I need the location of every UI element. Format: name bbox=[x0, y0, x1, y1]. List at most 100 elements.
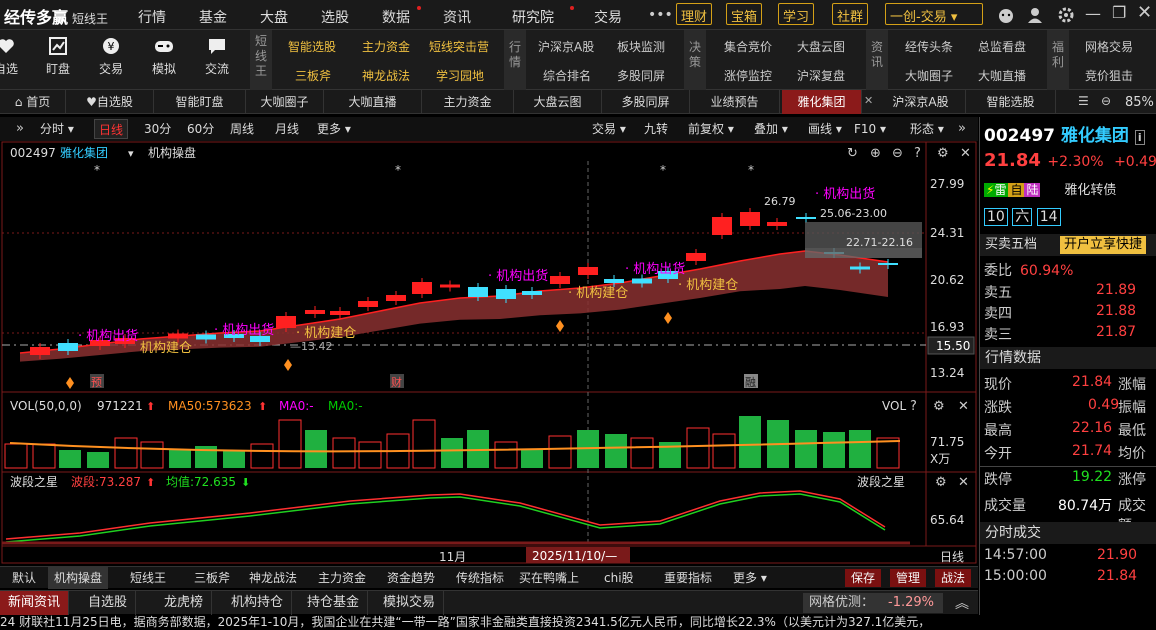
tool-headlines[interactable]: 经传头条 bbox=[905, 38, 953, 55]
maximize-icon[interactable]: ❐ bbox=[1112, 3, 1126, 22]
ind-tab-short-king[interactable]: 短线王 bbox=[124, 567, 172, 589]
period-more[interactable]: 更多 ▾ bbox=[313, 119, 355, 139]
zoom-minus-icon[interactable]: ⊖ bbox=[1101, 94, 1111, 108]
draw-line-button[interactable]: 画线 ▾ bbox=[804, 119, 846, 139]
settings-icon[interactable]: ⚙ bbox=[937, 146, 949, 161]
tool-multi-screen[interactable]: 多股同屏 bbox=[617, 67, 665, 84]
tool-short-camp[interactable]: 短线突击营 bbox=[429, 38, 489, 55]
licai-button[interactable]: 理财 bbox=[676, 3, 713, 25]
tab-market-cloud[interactable]: 大盘云图 bbox=[514, 90, 602, 114]
menu-research[interactable]: 研究院 bbox=[512, 7, 554, 27]
info-tab-watchlist[interactable]: 自选股 bbox=[80, 591, 137, 615]
period-daily[interactable]: 日线 bbox=[94, 119, 129, 139]
tool-kol-live[interactable]: 大咖直播 bbox=[978, 67, 1026, 84]
ask-row[interactable]: 卖四 21.88 bbox=[984, 303, 1156, 323]
close-icon[interactable]: ✕ bbox=[958, 399, 969, 414]
ind-tab-traditional[interactable]: 传统指标 bbox=[450, 567, 510, 589]
margin-marker-icon[interactable]: 融 bbox=[745, 376, 756, 389]
zoom-out-icon[interactable]: ⊖ bbox=[892, 146, 903, 161]
minimize-icon[interactable]: — bbox=[1085, 4, 1101, 23]
tool-monitor[interactable]: 盯盘 bbox=[38, 36, 78, 77]
tab-kol-live[interactable]: 大咖直播 bbox=[324, 90, 422, 114]
info-tab-news[interactable]: 新闻资讯 bbox=[0, 591, 70, 615]
info-tab-sim-trade[interactable]: 模拟交易 bbox=[375, 591, 445, 615]
ind-tab-institution[interactable]: 机构操盘 bbox=[48, 567, 109, 589]
treasure-button[interactable]: 宝箱 bbox=[726, 3, 763, 25]
tool-auction-snipe[interactable]: 竞价狙击 bbox=[1085, 67, 1133, 84]
kline-chart-area[interactable]: 002497 雅化集团 ▾ 机构操盘 ↻ ⊕ ⊖ ? ⚙ ✕ * * * * 2… bbox=[0, 141, 978, 566]
manage-button[interactable]: 管理 bbox=[890, 569, 927, 587]
tool-learning-garden[interactable]: 学习园地 bbox=[436, 67, 484, 84]
close-icon[interactable]: ✕ bbox=[1137, 2, 1152, 23]
nine-turn-button[interactable]: 九转 bbox=[640, 119, 672, 139]
box-six[interactable]: 六 bbox=[1012, 208, 1033, 226]
menu-stock-pick[interactable]: 选股 bbox=[321, 7, 349, 27]
menu-data[interactable]: 数据 bbox=[382, 7, 410, 27]
adjust-button[interactable]: 前复权 ▾ bbox=[684, 119, 738, 139]
close-icon[interactable]: ✕ bbox=[958, 475, 969, 490]
ind-tab-dragon[interactable]: 神龙战法 bbox=[243, 567, 303, 589]
tool-dragon-tactic[interactable]: 神龙战法 bbox=[362, 67, 410, 84]
community-button[interactable]: 社群 bbox=[832, 3, 869, 25]
tool-three-axes[interactable]: 三板斧 bbox=[295, 67, 331, 84]
ind-tab-duck-beak[interactable]: 买在鸭嘴上 bbox=[513, 567, 585, 589]
settings-icon[interactable] bbox=[1058, 7, 1074, 23]
user-icon[interactable] bbox=[1027, 7, 1043, 23]
tab-multi-screen[interactable]: 多股同屏 bbox=[602, 90, 690, 114]
kline-chart-svg[interactable]: 002497 雅化集团 ▾ 机构操盘 ↻ ⊕ ⊖ ? ⚙ ✕ * * * * 2… bbox=[0, 141, 978, 566]
tab-earnings-preview[interactable]: 业绩预告 bbox=[690, 90, 780, 114]
tactic-button[interactable]: 战法 bbox=[935, 569, 972, 587]
info-tab-dragon-tiger[interactable]: 龙虎榜 bbox=[156, 591, 213, 615]
tab-kol-circle[interactable]: 大咖圈子 bbox=[246, 90, 324, 114]
mascot-icon[interactable] bbox=[997, 6, 1015, 24]
menu-hangqing[interactable]: 行情 bbox=[138, 7, 166, 27]
ask-row[interactable]: 卖三 21.87 bbox=[984, 324, 1156, 344]
menu-fund[interactable]: 基金 bbox=[199, 7, 227, 27]
tool-market-cloud[interactable]: 大盘云图 bbox=[797, 38, 845, 55]
help-icon[interactable]: ? bbox=[910, 399, 917, 414]
tab-smart-pick[interactable]: 智能选股 bbox=[966, 90, 1056, 114]
more-menu-icon[interactable]: ••• bbox=[648, 7, 673, 23]
ind-tab-important[interactable]: 重要指标 bbox=[658, 567, 718, 589]
tool-smart-pick[interactable]: 智能选股 bbox=[288, 38, 336, 55]
tab-watchlist[interactable]: ♥自选股 bbox=[66, 90, 154, 114]
tool-a-shares[interactable]: 沪深京A股 bbox=[538, 38, 594, 55]
tool-watchlist[interactable]: 自选 bbox=[0, 36, 26, 77]
tab-main-funds[interactable]: 主力资金 bbox=[422, 90, 514, 114]
event-star-icon[interactable]: * bbox=[395, 163, 401, 177]
tab-home[interactable]: ⌂ 首页 bbox=[0, 90, 66, 114]
tool-chat[interactable]: 交流 bbox=[197, 36, 237, 77]
tab-list-icon[interactable]: ☰ bbox=[1078, 94, 1089, 108]
learn-button[interactable]: 学习 bbox=[778, 3, 815, 25]
indicator-dropdown-icon[interactable]: ▾ bbox=[128, 147, 134, 160]
ind-tab-default[interactable]: 默认 bbox=[6, 567, 42, 589]
event-star-icon[interactable]: * bbox=[94, 163, 100, 177]
chart-trade-button[interactable]: 交易 ▾ bbox=[588, 119, 630, 139]
indicator-name[interactable]: 机构操盘 bbox=[148, 145, 196, 160]
ind-tab-chi[interactable]: chi股 bbox=[598, 567, 640, 589]
period-weekly[interactable]: 周线 bbox=[226, 119, 258, 139]
period-30min[interactable]: 30分 bbox=[140, 119, 175, 139]
badge-thunder[interactable]: ⚡雷 bbox=[984, 183, 1009, 197]
tab-close-icon[interactable]: ✕ bbox=[864, 94, 873, 107]
menu-market[interactable]: 大盘 bbox=[260, 7, 288, 27]
refresh-icon[interactable]: ↻ bbox=[847, 146, 858, 161]
period-60min[interactable]: 60分 bbox=[183, 119, 218, 139]
tab-yahua-group[interactable]: 雅化集团 bbox=[782, 90, 862, 114]
info-tab-fund-holding[interactable]: 持仓基金 bbox=[299, 591, 369, 615]
open-account-button[interactable]: 开户立享快捷 bbox=[1060, 236, 1147, 254]
event-star-icon[interactable]: * bbox=[748, 163, 754, 177]
overlay-button[interactable]: 叠加 ▾ bbox=[750, 119, 792, 139]
pattern-button[interactable]: 形态 ▾ bbox=[906, 119, 948, 139]
tool-sector-monitor[interactable]: 板块监测 bbox=[617, 38, 665, 55]
period-monthly[interactable]: 月线 bbox=[271, 119, 303, 139]
forecast-marker-icon[interactable]: 预 bbox=[91, 376, 102, 389]
tab-smart-monitor[interactable]: 智能盯盘 bbox=[154, 90, 246, 114]
period-timeshare[interactable]: 分时 ▾ bbox=[36, 119, 78, 139]
tool-rank[interactable]: 综合排名 bbox=[543, 67, 591, 84]
help-icon[interactable]: ? bbox=[914, 146, 921, 161]
zoom-in-icon[interactable]: ⊕ bbox=[870, 146, 881, 161]
ind-tab-three-axes[interactable]: 三板斧 bbox=[188, 567, 236, 589]
tool-kol-circle[interactable]: 大咖圈子 bbox=[905, 67, 953, 84]
tool-director-view[interactable]: 总监看盘 bbox=[978, 38, 1026, 55]
